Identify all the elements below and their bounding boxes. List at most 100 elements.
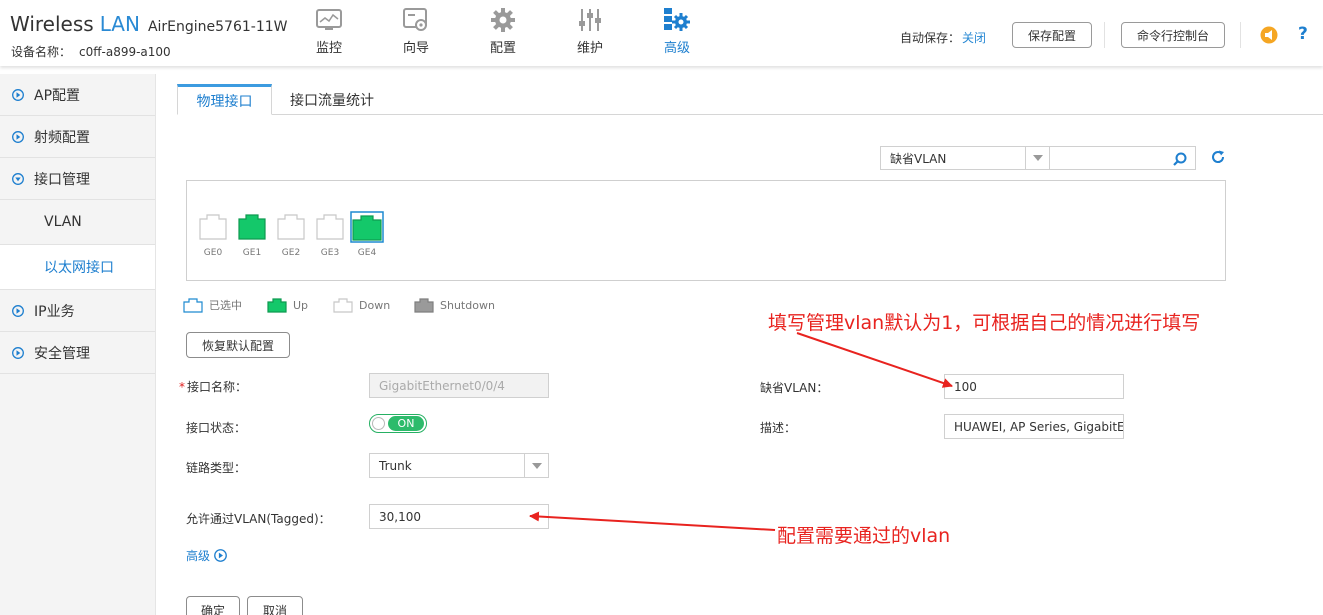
legend-down: Down: [333, 297, 390, 313]
port-ge1[interactable]: GE1: [235, 211, 269, 258]
toggle-knob: [372, 417, 385, 430]
nav-maintain-label: 维护: [576, 41, 603, 56]
port-down-legend-icon: [333, 298, 353, 313]
nav-advanced[interactable]: 高级: [647, 6, 707, 56]
search-box: [1050, 146, 1196, 170]
save-config-button[interactable]: 保存配置: [1012, 22, 1092, 48]
ethernet-port-icon: [238, 214, 266, 240]
legend-selected: 已选中: [183, 297, 242, 313]
device-model: AirEngine5761-11W: [147, 19, 288, 35]
ethernet-port-icon: [277, 214, 305, 240]
nav-advanced-label: 高级: [663, 41, 690, 56]
tab-interface-traffic[interactable]: 接口流量统计: [277, 84, 387, 115]
vlan-filter-value: 缺省VLAN: [890, 151, 947, 166]
port-label: GE0: [203, 248, 223, 258]
allowed-vlan-label: 允许通过VLAN(Tagged)：: [186, 512, 331, 526]
interface-name-label-text: 接口名称：: [187, 380, 248, 394]
nav-monitor[interactable]: 监控: [299, 6, 359, 56]
ethernet-port-icon: [316, 214, 344, 240]
wizard-icon: [386, 6, 446, 34]
sidebar-item-label: IP业务: [34, 303, 75, 320]
brand-lan: LAN: [99, 12, 140, 36]
brand-wireless: Wireless: [10, 12, 94, 36]
sidebar-item-radio-config[interactable]: 射频配置: [0, 116, 155, 158]
annotation-allowed-vlan: 配置需要通过的vlan: [777, 525, 951, 547]
nav-wizard-label: 向导: [402, 41, 429, 56]
legend-label: Up: [293, 298, 309, 312]
toggle-on-label: ON: [388, 416, 424, 431]
device-name-value: c0ff-a899-a100: [79, 45, 171, 59]
advanced-gear-icon: [647, 6, 707, 34]
port-label: GE3: [320, 248, 340, 258]
port-panel: GE0 GE1 GE2 GE3 GE4: [186, 180, 1226, 281]
legend-up: Up: [267, 297, 308, 313]
ethernet-port-selected-icon: [350, 211, 384, 243]
sidebar: AP配置 射频配置 接口管理 VLAN 以太网接口 IP业务 安全管理: [0, 74, 156, 615]
device-name-label: 设备名称：: [11, 45, 72, 59]
ok-button[interactable]: 确定: [186, 596, 240, 615]
chevron-right-circle-icon: [214, 549, 227, 562]
chevron-down-icon: [1025, 147, 1049, 169]
description-label: 描述：: [760, 421, 797, 435]
sidebar-item-ip-service[interactable]: IP业务: [0, 290, 155, 332]
restore-default-button[interactable]: 恢复默认配置: [186, 332, 290, 358]
advanced-label: 高级: [186, 549, 211, 563]
chevron-right-circle-icon: [12, 130, 24, 143]
sidebar-item-label: AP配置: [34, 87, 81, 104]
search-input[interactable]: [1050, 147, 1165, 169]
tab-physical-interface[interactable]: 物理接口: [177, 84, 272, 115]
interface-name-field: GigabitEthernet0/0/4: [369, 373, 549, 398]
autosave-toggle-link[interactable]: 关闭: [962, 31, 986, 45]
refresh-icon[interactable]: [1210, 149, 1226, 169]
legend-label: Down: [359, 298, 391, 312]
nav-config[interactable]: 配置: [473, 6, 533, 56]
link-type-label: 链路类型：: [186, 461, 247, 475]
port-ge0[interactable]: GE0: [196, 211, 230, 258]
interface-status-label: 接口状态：: [186, 421, 247, 435]
cli-console-button[interactable]: 命令行控制台: [1121, 22, 1225, 48]
port-ge2[interactable]: GE2: [274, 211, 308, 258]
interface-status-toggle[interactable]: ON: [369, 414, 427, 433]
sidebar-item-interface-mgmt[interactable]: 接口管理: [0, 158, 155, 200]
legend-shutdown: Shutdown: [414, 297, 495, 313]
chevron-right-circle-icon: [12, 304, 24, 317]
sidebar-subitem-vlan[interactable]: VLAN: [0, 200, 155, 245]
search-icon[interactable]: [1173, 151, 1187, 170]
advanced-toggle[interactable]: 高级: [186, 547, 227, 564]
monitor-icon: [299, 6, 359, 34]
allowed-vlan-input[interactable]: 30,100: [369, 504, 549, 529]
port-shutdown-legend-icon: [414, 298, 434, 313]
notification-icon[interactable]: [1260, 26, 1278, 48]
link-type-select[interactable]: Trunk: [369, 453, 549, 478]
sidebar-subitem-ethernet[interactable]: 以太网接口: [0, 245, 155, 290]
help-icon[interactable]: ?: [1298, 24, 1308, 44]
autosave-label: 自动保存：: [900, 31, 961, 45]
sidebar-item-ap-config[interactable]: AP配置: [0, 74, 155, 116]
port-ge3[interactable]: GE3: [313, 211, 347, 258]
legend-label: Shutdown: [440, 298, 495, 312]
top-header: Wireless LAN AirEngine5761-11W 设备名称： c0ff-a…: [0, 0, 1323, 66]
port-up-legend-icon: [267, 298, 287, 313]
sliders-icon: [560, 6, 620, 34]
main-content: 物理接口 接口流量统计 缺省VLAN GE0 GE1 GE2 GE3 GE4 已…: [157, 74, 1323, 615]
sidebar-item-label: 接口管理: [34, 171, 90, 188]
port-label: GE1: [242, 248, 262, 258]
sidebar-item-label: 安全管理: [34, 345, 90, 362]
chevron-right-circle-icon: [12, 88, 24, 101]
brand: Wireless LAN AirEngine5761-11W: [10, 12, 287, 36]
cancel-button[interactable]: 取消: [247, 596, 303, 615]
default-vlan-input[interactable]: 100: [944, 374, 1124, 399]
vlan-filter-select[interactable]: 缺省VLAN: [880, 146, 1050, 170]
description-input[interactable]: HUAWEI, AP Series, GigabitE: [944, 414, 1124, 439]
nav-wizard[interactable]: 向导: [386, 6, 446, 56]
chevron-down-circle-icon: [12, 172, 24, 185]
nav-monitor-label: 监控: [315, 41, 342, 56]
device-name-row: 设备名称： c0ff-a899-a100: [11, 43, 171, 60]
header-divider: [1240, 22, 1241, 48]
autosave: 自动保存： 关闭: [900, 29, 986, 46]
nav-config-label: 配置: [489, 41, 516, 56]
nav-maintain[interactable]: 维护: [560, 6, 620, 56]
port-ge4[interactable]: GE4: [350, 211, 384, 258]
default-vlan-label: 缺省VLAN：: [760, 381, 829, 395]
sidebar-item-security[interactable]: 安全管理: [0, 332, 155, 374]
